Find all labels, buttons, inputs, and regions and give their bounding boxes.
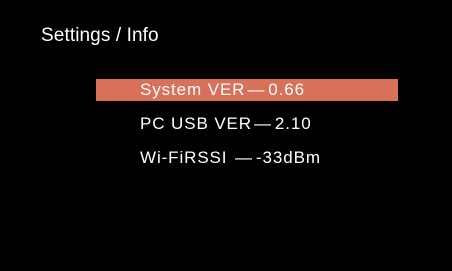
menu-item-pc-usb-ver[interactable]: PC USB VER —2.10 (96, 113, 398, 135)
menu-item-label: Wi-FiRSSI (140, 148, 234, 167)
menu-item-separator: — (253, 114, 272, 133)
page-title: Settings / Info (41, 25, 159, 46)
menu-item-wifi-rssi[interactable]: Wi-FiRSSI — -33dBm (96, 147, 398, 169)
menu-item-separator: — (247, 80, 266, 99)
menu-item-value: -33dBm (255, 148, 321, 167)
menu-item-label: PC USB VER (140, 114, 252, 133)
menu-item-value: 0.66 (268, 80, 305, 99)
menu-item-system-ver[interactable]: System VER —0.66 (96, 79, 398, 101)
menu-item-separator: — (235, 148, 253, 167)
menu-item-label: System VER (140, 80, 246, 99)
info-menu: System VER —0.66 PC USB VER —2.10 Wi-FiRSS… (96, 79, 398, 181)
settings-info-screen: Settings / Info System VER —0.66 PC USB V… (0, 0, 452, 271)
menu-item-value: 2.10 (274, 114, 312, 133)
